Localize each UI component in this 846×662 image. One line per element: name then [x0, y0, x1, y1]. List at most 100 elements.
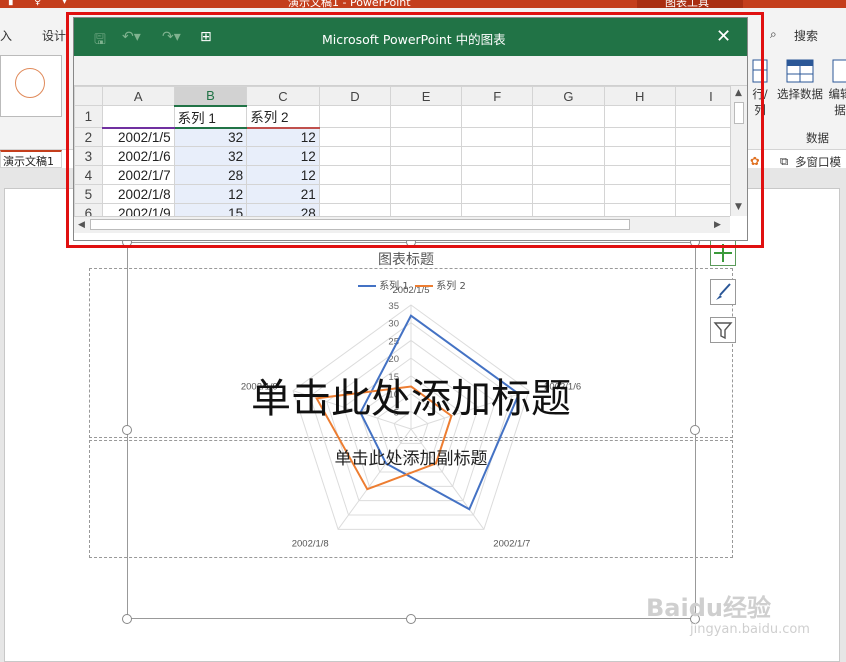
- col-header-g[interactable]: G: [532, 86, 605, 106]
- col-header-e[interactable]: E: [389, 86, 463, 106]
- cell-empty[interactable]: [603, 146, 676, 166]
- cell-c[interactable]: 21: [246, 184, 320, 204]
- col-header-h[interactable]: H: [603, 86, 676, 106]
- select-data-button[interactable]: 选择数据: [774, 58, 826, 102]
- cell-empty[interactable]: [461, 105, 534, 128]
- edit-in-excel-icon[interactable]: ⊞: [200, 29, 212, 45]
- cell-empty[interactable]: [389, 184, 463, 204]
- multiwindow-icon[interactable]: ⧉: [780, 154, 788, 169]
- formula-bar[interactable]: [74, 56, 747, 86]
- cell-c[interactable]: 12: [246, 146, 320, 166]
- save-icon[interactable]: ▮: [8, 0, 14, 7]
- cell-empty[interactable]: [603, 184, 676, 204]
- cell-c[interactable]: 28: [246, 203, 320, 216]
- col-header-b[interactable]: B: [173, 86, 248, 107]
- cell-empty[interactable]: [318, 146, 392, 166]
- close-icon[interactable]: ✕: [716, 26, 731, 47]
- cell-empty[interactable]: [318, 127, 392, 147]
- cell-empty[interactable]: [318, 203, 392, 216]
- cell-b[interactable]: 32: [173, 127, 248, 147]
- redo-icon[interactable]: ↷▾: [162, 29, 181, 45]
- cell-empty[interactable]: [532, 146, 605, 166]
- row-header[interactable]: 5: [74, 184, 103, 204]
- cell-empty[interactable]: [461, 127, 534, 147]
- col-header-d[interactable]: D: [318, 86, 392, 106]
- hscroll-thumb[interactable]: [90, 219, 630, 230]
- row-header[interactable]: 4: [74, 165, 103, 185]
- cell-empty[interactable]: [389, 105, 463, 128]
- cell-a[interactable]: 2002/1/6: [101, 146, 175, 166]
- table-row[interactable]: 3 2002/1/6 32 12: [74, 146, 747, 166]
- cell-empty[interactable]: [318, 184, 392, 204]
- row-header[interactable]: 3: [74, 146, 103, 166]
- cell-empty[interactable]: [389, 146, 463, 166]
- slide-thumbnail[interactable]: [0, 55, 62, 117]
- spreadsheet-grid[interactable]: A B C D E F G H I 1 系列 1 系列 2 2 2002/1/5 32 12…: [74, 86, 747, 216]
- cell-empty[interactable]: [603, 165, 676, 185]
- undo-icon[interactable]: ↶▾: [122, 29, 141, 45]
- cell-b[interactable]: 28: [173, 165, 248, 185]
- search-icon[interactable]: ⌕: [770, 27, 777, 42]
- chart-title[interactable]: 图表标题: [378, 249, 434, 269]
- resize-handle-bl[interactable]: [122, 614, 132, 624]
- chart-legend[interactable]: 系列 1 系列 2: [358, 277, 466, 292]
- cell-b[interactable]: 32: [173, 146, 248, 166]
- scroll-left-icon[interactable]: ◀: [78, 220, 85, 230]
- horizontal-scrollbar[interactable]: ◀ ▶: [74, 216, 730, 233]
- edit-data-button[interactable]: 编辑 据: [828, 58, 846, 118]
- resize-handle-b[interactable]: [406, 614, 416, 624]
- chart-filters-button[interactable]: [710, 317, 736, 343]
- cell-empty[interactable]: [532, 203, 605, 216]
- document-tab[interactable]: 演示文稿1: [0, 150, 62, 168]
- qat-dropdown-icon[interactable]: ▾: [62, 0, 67, 7]
- cell-empty[interactable]: [532, 184, 605, 204]
- table-row[interactable]: 5 2002/1/8 12 21: [74, 184, 747, 204]
- col-header-c[interactable]: C: [246, 86, 320, 106]
- cell-c[interactable]: 12: [246, 165, 320, 185]
- cell-empty[interactable]: [389, 203, 463, 216]
- table-row[interactable]: 6 2002/1/9 15 28: [74, 203, 747, 216]
- table-row[interactable]: 1 系列 1 系列 2: [74, 105, 747, 129]
- cell-c[interactable]: 12: [246, 127, 320, 147]
- cell-empty[interactable]: [532, 165, 605, 185]
- cell-b[interactable]: 15: [173, 203, 248, 216]
- cell-empty[interactable]: [461, 146, 534, 166]
- cell-empty[interactable]: [461, 184, 534, 204]
- cell-empty[interactable]: [603, 105, 676, 128]
- table-row[interactable]: 2 2002/1/5 32 12: [74, 127, 747, 147]
- cell-a[interactable]: 2002/1/9: [101, 203, 175, 216]
- vscroll-thumb[interactable]: [734, 102, 744, 124]
- scroll-right-icon[interactable]: ▶: [714, 220, 721, 230]
- cell-empty[interactable]: [389, 127, 463, 147]
- save-icon[interactable]: 🖫: [94, 29, 106, 53]
- col-header-a[interactable]: A: [101, 86, 175, 106]
- excel-data-dialog[interactable]: 🖫 ↶▾ ↷▾ ⊞ Microsoft PowerPoint 中的图表 ✕ A …: [73, 17, 748, 241]
- cell-b[interactable]: 系列 1: [173, 105, 248, 129]
- cell-empty[interactable]: [461, 165, 534, 185]
- dialog-title-bar[interactable]: 🖫 ↶▾ ↷▾ ⊞ Microsoft PowerPoint 中的图表 ✕: [74, 18, 747, 56]
- row-header[interactable]: 6: [74, 203, 103, 216]
- select-all-corner[interactable]: [74, 86, 103, 106]
- cell-empty[interactable]: [532, 105, 605, 128]
- lightbulb-icon[interactable]: ♀: [34, 0, 41, 7]
- cell-empty[interactable]: [318, 105, 392, 128]
- title-placeholder-text[interactable]: 单击此处添加标题: [89, 366, 733, 424]
- cell-empty[interactable]: [389, 165, 463, 185]
- cell-empty[interactable]: [318, 165, 392, 185]
- cell-b[interactable]: 12: [173, 184, 248, 204]
- chart-styles-button[interactable]: [710, 279, 736, 305]
- row-header[interactable]: 2: [74, 127, 103, 147]
- tab-design[interactable]: 设计: [42, 27, 66, 44]
- tab-insert[interactable]: 入: [0, 27, 12, 44]
- cell-a[interactable]: 2002/1/8: [101, 184, 175, 204]
- cell-a[interactable]: 2002/1/7: [101, 165, 175, 185]
- search-label[interactable]: 搜索: [794, 27, 818, 44]
- row-header[interactable]: 1: [74, 105, 103, 128]
- cell-empty[interactable]: [532, 127, 605, 147]
- col-header-f[interactable]: F: [461, 86, 534, 106]
- table-row[interactable]: 4 2002/1/7 28 12: [74, 165, 747, 185]
- cell-a[interactable]: [101, 105, 175, 129]
- scroll-down-icon[interactable]: ▼: [735, 202, 742, 212]
- cell-empty[interactable]: [461, 203, 534, 216]
- cell-empty[interactable]: [603, 203, 676, 216]
